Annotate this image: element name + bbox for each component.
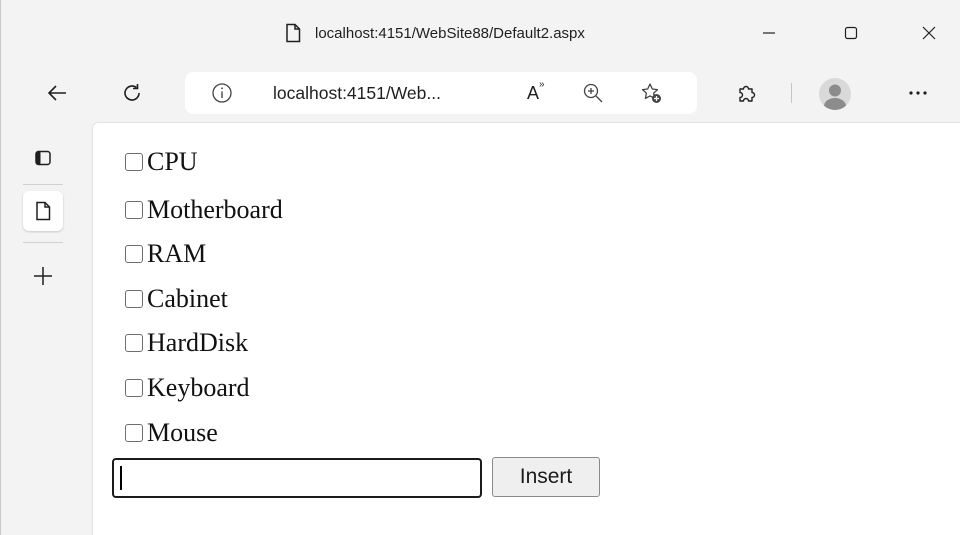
text-caret [120,466,122,490]
checkbox-label: Keyboard [147,373,250,402]
read-aloud-button[interactable]: A » [521,78,545,105]
maximize-button[interactable] [828,17,874,49]
address-bar[interactable]: localhost:4151/Web... A » [185,72,697,114]
checkbox-label: Motherboard [147,195,283,224]
back-button[interactable] [37,73,77,113]
ellipsis-icon [909,91,927,95]
new-tab-button[interactable] [23,256,63,296]
favorite-star-add-icon [641,83,661,103]
tab-actions-icon [35,150,51,166]
checkbox[interactable] [125,379,143,397]
checkbox[interactable] [125,153,143,171]
checkbox-row-mouse[interactable]: Mouse [125,418,218,448]
checkbox-row-motherboard[interactable]: Motherboard [125,195,283,225]
tab-actions-button[interactable] [23,138,63,178]
vertical-tabs-strip [1,122,92,535]
back-arrow-icon [47,85,66,101]
checkbox[interactable] [125,245,143,263]
read-aloud-icon: A » [526,78,545,103]
refresh-button[interactable] [112,73,152,113]
insert-button[interactable]: Insert [492,457,600,497]
checkbox-row-cpu[interactable]: CPU [125,147,198,177]
checkbox-label: CPU [147,147,198,176]
puzzle-icon [739,85,756,102]
strip-separator [23,242,63,243]
strip-separator [23,184,63,185]
checkbox-label: Mouse [147,418,218,447]
checkbox-row-cabinet[interactable]: Cabinet [125,284,228,314]
tab-title[interactable]: localhost:4151/WebSite88/Default2.aspx [285,18,585,48]
extensions-button[interactable] [727,73,767,113]
checkbox[interactable] [125,424,143,442]
checkbox-label: Cabinet [147,284,228,313]
toolbar: localhost:4151/Web... A » [1,64,960,122]
add-favorite-button[interactable] [639,81,663,105]
minimize-icon [763,32,775,34]
page-content: CPU Motherboard RAM Cabinet HardDisk Key… [92,122,960,535]
title-bar: localhost:4151/WebSite88/Default2.aspx [1,0,960,64]
browser-window: localhost:4151/WebSite88/Default2.aspx l… [0,0,960,535]
checkbox[interactable] [125,201,143,219]
maximize-icon [844,26,858,40]
close-button[interactable] [906,17,952,49]
checkbox[interactable] [125,290,143,308]
item-text-input[interactable] [112,458,482,498]
close-icon [922,26,936,40]
more-menu-button[interactable] [898,73,938,113]
tab-title-text: localhost:4151/WebSite88/Default2.aspx [315,24,585,42]
checkbox-label: HardDisk [147,328,249,357]
toolbar-divider [791,83,792,103]
zoom-button[interactable] [581,81,605,105]
checkbox[interactable] [125,334,143,352]
checkbox-row-ram[interactable]: RAM [125,239,206,269]
page-icon [286,23,301,43]
checkbox-label: RAM [147,239,207,268]
plus-icon [34,267,52,285]
info-icon[interactable] [211,82,233,104]
vertical-tab-active[interactable] [23,191,63,231]
zoom-in-icon [583,83,603,103]
profile-icon [824,84,846,110]
checkbox-row-harddisk[interactable]: HardDisk [125,328,248,358]
profile-avatar[interactable] [819,78,851,110]
refresh-icon [124,84,140,101]
address-url[interactable]: localhost:4151/Web... [273,82,441,104]
minimize-button[interactable] [746,17,792,49]
page-icon [36,201,51,221]
checkbox-row-keyboard[interactable]: Keyboard [125,373,250,403]
read-aloud-glyph: A [526,82,539,103]
